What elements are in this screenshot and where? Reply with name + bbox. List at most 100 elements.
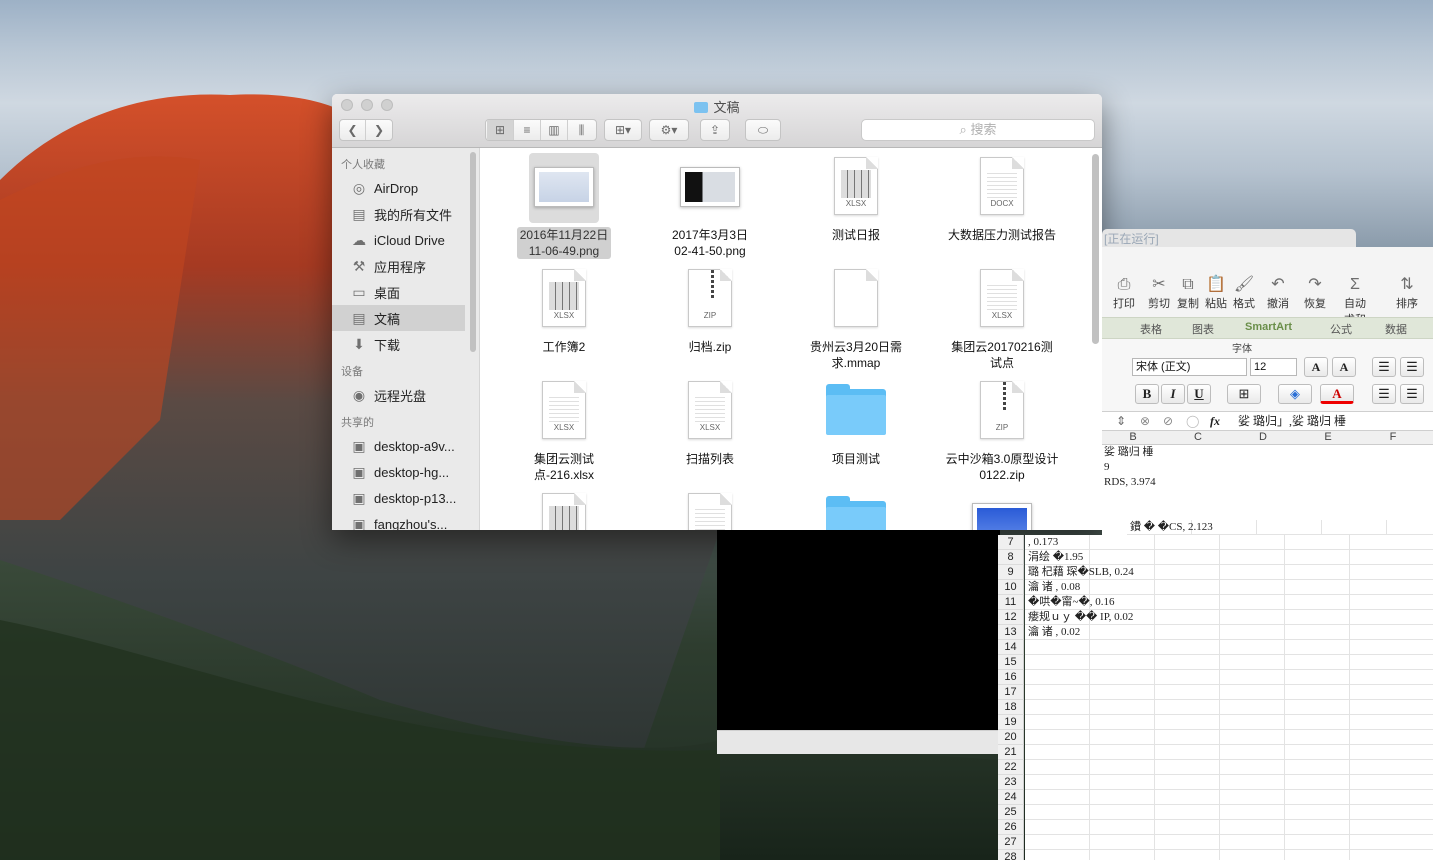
file-item[interactable]: 2017年3月3日 02-41-50.png bbox=[637, 153, 783, 259]
arrange-button[interactable]: ⊞▾ bbox=[604, 119, 642, 141]
row-cells[interactable]: 瘘规ｕｙ �� IP, 0.02 bbox=[1025, 610, 1433, 625]
sidebar-item[interactable]: ▤ 我的所有文件 bbox=[332, 201, 479, 227]
file-item[interactable] bbox=[783, 489, 929, 530]
ribbon-8-button[interactable]: ⇅ 排序 bbox=[1394, 275, 1420, 311]
row-cells[interactable] bbox=[1025, 835, 1433, 850]
sidebar-item[interactable]: ◎ AirDrop bbox=[332, 175, 479, 201]
sidebar-item[interactable]: ▣ fangzhou's... bbox=[332, 511, 479, 531]
forward-button[interactable]: ❯ bbox=[366, 120, 392, 140]
column-header[interactable]: C bbox=[1171, 431, 1225, 443]
column-header[interactable]: B bbox=[1106, 431, 1160, 443]
back-button[interactable]: ❮ bbox=[340, 120, 367, 140]
underline-button[interactable]: U bbox=[1187, 384, 1211, 404]
sidebar-item[interactable]: ▣ desktop-p13... bbox=[332, 485, 479, 511]
fx-label[interactable]: fx bbox=[1210, 412, 1220, 430]
row-cells[interactable] bbox=[1025, 790, 1433, 805]
bold-button[interactable]: B bbox=[1135, 384, 1159, 404]
row-cells[interactable] bbox=[1025, 700, 1433, 715]
row-cells[interactable] bbox=[1025, 685, 1433, 700]
ribbon-6-button[interactable]: ↷ 恢复 bbox=[1302, 275, 1328, 311]
tag-button[interactable]: ⬭ bbox=[745, 119, 781, 141]
align-justify-icon[interactable]: ☰ bbox=[1400, 357, 1424, 377]
share-button[interactable]: ⇪ bbox=[700, 119, 730, 141]
file-item[interactable]: 贵州云3月20日需 求.mmap bbox=[783, 265, 929, 371]
file-item[interactable]: XLSX 扫描列表 bbox=[637, 377, 783, 467]
file-item[interactable]: XLSX 测试日报 bbox=[783, 153, 929, 243]
file-item[interactable]: 2016年11月22日 11-06-49.png bbox=[491, 153, 637, 259]
file-item[interactable]: XLSX 工作簿2 bbox=[491, 265, 637, 355]
sidebar-item[interactable]: ▭ 桌面 bbox=[332, 279, 479, 305]
sheet-cell[interactable]: 娑 璐归 棰 bbox=[1102, 445, 1154, 460]
row-cells[interactable]: 瀹 诸 , 0.02 bbox=[1025, 625, 1433, 640]
ribbon-4-button[interactable]: 🖌 格式 bbox=[1231, 275, 1257, 311]
font-color-button[interactable]: A bbox=[1320, 384, 1354, 404]
file-item[interactable]: 项目测试 bbox=[783, 377, 929, 467]
ribbon-2-button[interactable]: ⧉ 复制 bbox=[1175, 275, 1201, 311]
file-item[interactable]: DOCX 大数据压力测试报告 bbox=[929, 153, 1075, 243]
align-center-icon[interactable]: ☰ bbox=[1372, 384, 1396, 404]
row-cells[interactable]: 瀹 诸 , 0.08 bbox=[1025, 580, 1433, 595]
font-name-select[interactable]: 宋体 (正文) bbox=[1132, 358, 1247, 376]
namebox-stepper-icon[interactable]: ⇕ bbox=[1116, 412, 1126, 430]
row-cells[interactable] bbox=[1025, 805, 1433, 820]
ribbon-tab[interactable]: 表格 bbox=[1140, 321, 1162, 337]
file-item[interactable] bbox=[637, 489, 783, 530]
list-view-button[interactable]: ≡ bbox=[514, 120, 541, 140]
file-item[interactable]: ZIP 归档.zip bbox=[637, 265, 783, 355]
row-cells[interactable] bbox=[1025, 640, 1433, 655]
row-cells[interactable] bbox=[1025, 850, 1433, 860]
sidebar-item[interactable]: ⚒ 应用程序 bbox=[332, 253, 479, 279]
row-cells[interactable]: 涓绘 �1.95 bbox=[1025, 550, 1433, 565]
increase-font-button[interactable]: A bbox=[1304, 357, 1328, 377]
align-left-icon[interactable]: ☰ bbox=[1372, 357, 1396, 377]
sheet-cell[interactable]: RDS, 3.974 bbox=[1102, 475, 1156, 490]
ribbon-3-button[interactable]: 📋 粘贴 bbox=[1203, 275, 1229, 311]
file-item[interactable]: XLSX 集团云20170216测 试点 bbox=[929, 265, 1075, 371]
file-item[interactable]: XLSX 集团云测试 点-216.xlsx bbox=[491, 377, 637, 483]
row-cells[interactable] bbox=[1025, 820, 1433, 835]
align-right-icon[interactable]: ☰ bbox=[1400, 384, 1424, 404]
row-cells[interactable]: , 0.173 bbox=[1025, 535, 1433, 550]
cancel-entry-icon[interactable]: ⊗ bbox=[1140, 412, 1150, 430]
coverflow-view-button[interactable]: ⫼ bbox=[568, 120, 595, 140]
italic-button[interactable]: I bbox=[1161, 384, 1185, 404]
ribbon-tab[interactable]: 公式 bbox=[1330, 321, 1352, 337]
column-header[interactable]: F bbox=[1366, 431, 1420, 443]
ribbon-5-button[interactable]: ↶ 撤消 bbox=[1265, 275, 1291, 311]
borders-button[interactable]: ⊞ bbox=[1227, 384, 1261, 404]
file-item[interactable]: ZIP 云中沙箱3.0原型设计 0122.zip bbox=[929, 377, 1075, 483]
row-cells[interactable]: �哄�甯~�, 0.16 bbox=[1025, 595, 1433, 610]
ribbon-1-button[interactable]: ✂ 剪切 bbox=[1146, 275, 1172, 311]
column-header[interactable]: D bbox=[1236, 431, 1290, 443]
sidebar-item[interactable]: ▣ desktop-hg... bbox=[332, 459, 479, 485]
ribbon-tab[interactable]: 数据 bbox=[1385, 321, 1407, 337]
row-cells[interactable] bbox=[1025, 730, 1433, 745]
action-button[interactable]: ⚙▾ bbox=[649, 119, 689, 141]
confirm-entry-icon[interactable]: ⊘ bbox=[1163, 412, 1173, 430]
formula-input[interactable]: 娑 璐归」,娑 璐归 棰 bbox=[1238, 412, 1346, 430]
row-cells[interactable] bbox=[1025, 760, 1433, 775]
search-field[interactable]: ⌕ 搜索 bbox=[861, 119, 1095, 141]
row-cells[interactable] bbox=[1025, 745, 1433, 760]
column-view-button[interactable]: ▥ bbox=[541, 120, 568, 140]
row-cells[interactable] bbox=[1025, 775, 1433, 790]
content-scrollbar[interactable] bbox=[1092, 154, 1099, 344]
ribbon-tab[interactable]: 图表 bbox=[1192, 321, 1214, 337]
row-cells[interactable] bbox=[1025, 655, 1433, 670]
sidebar-item[interactable]: ☁ iCloud Drive bbox=[332, 227, 479, 253]
decrease-font-button[interactable]: A bbox=[1332, 357, 1356, 377]
row-cells[interactable]: 璐 杞藉 琛�SLB, 0.24 bbox=[1025, 565, 1433, 580]
column-header[interactable]: E bbox=[1301, 431, 1355, 443]
sidebar-item[interactable]: ▤ 文稿 bbox=[332, 305, 465, 331]
fill-color-button[interactable]: ◈ bbox=[1278, 384, 1312, 404]
sidebar-item[interactable]: ◉ 远程光盘 bbox=[332, 382, 479, 408]
sheet-cell[interactable]: 9 bbox=[1102, 460, 1110, 475]
ribbon-0-button[interactable]: ⎙ 打印 bbox=[1111, 275, 1137, 311]
row-cells[interactable] bbox=[1025, 715, 1433, 730]
row-cells[interactable]: 鐨 � �CS, 2.123 bbox=[1127, 520, 1433, 535]
sidebar-item[interactable]: ▣ desktop-a9v... bbox=[332, 433, 479, 459]
sidebar-item[interactable]: ⬇ 下载 bbox=[332, 331, 479, 357]
ribbon-tab[interactable]: SmartArt bbox=[1245, 321, 1292, 333]
font-size-select[interactable]: 12 bbox=[1250, 358, 1297, 376]
file-item[interactable] bbox=[491, 489, 637, 530]
